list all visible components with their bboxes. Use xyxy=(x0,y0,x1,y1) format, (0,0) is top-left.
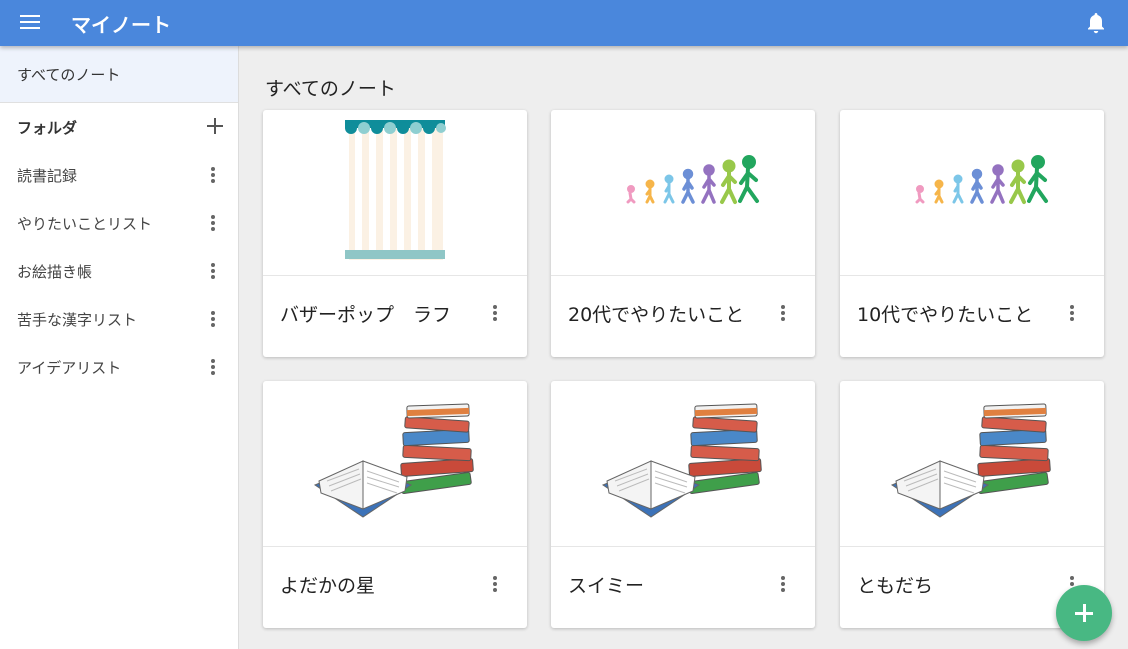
more-vert-icon[interactable] xyxy=(205,212,221,234)
note-title: 10代でやりたいこと xyxy=(857,304,1034,326)
sidebar: すべてのノート フォルダ 読書記録 やりたいことリスト お絵描き帳 苦手な漢字リ… xyxy=(0,46,239,649)
add-folder-icon[interactable] xyxy=(206,117,224,135)
more-vert-icon[interactable] xyxy=(487,302,503,324)
striped-awning-image xyxy=(345,120,446,260)
note-title: バザーポップ ラフ xyxy=(280,304,452,326)
page-title: すべてのノート xyxy=(265,78,396,100)
note-thumbnail xyxy=(551,110,815,276)
sidebar-folder-item[interactable]: アイデアリスト xyxy=(0,343,238,391)
folder-section-header: フォルダ xyxy=(0,103,238,151)
note-card[interactable]: ともだち xyxy=(840,381,1104,628)
more-vert-icon[interactable] xyxy=(1064,302,1080,324)
note-card[interactable]: よだかの星 xyxy=(263,381,527,628)
note-card[interactable]: 20代でやりたいこと xyxy=(551,110,815,357)
sidebar-folder-item[interactable]: やりたいことリスト xyxy=(0,199,238,247)
more-vert-icon[interactable] xyxy=(205,308,221,330)
bell-icon[interactable] xyxy=(1086,12,1106,34)
note-title: 20代でやりたいこと xyxy=(568,304,745,326)
note-thumbnail xyxy=(840,381,1104,547)
note-title: よだかの星 xyxy=(280,575,376,597)
folder-label: アイデアリスト xyxy=(17,358,122,377)
folder-label: 読書記録 xyxy=(17,166,78,185)
sidebar-item-all-notes[interactable]: すべてのノート xyxy=(0,46,238,103)
note-thumbnail xyxy=(263,110,527,276)
sidebar-folder-item[interactable]: 読書記録 xyxy=(0,151,238,199)
sidebar-folder-item[interactable]: お絵描き帳 xyxy=(0,247,238,295)
hamburger-menu-icon[interactable] xyxy=(20,14,40,30)
book-stack-image xyxy=(601,403,762,518)
note-card[interactable]: スイミー xyxy=(551,381,815,628)
note-thumbnail xyxy=(840,110,1104,276)
note-thumbnail xyxy=(263,381,527,547)
app-title: マイノート xyxy=(71,13,171,37)
growth-walkers-image xyxy=(626,155,759,204)
folder-label: お絵描き帳 xyxy=(17,262,93,281)
more-vert-icon[interactable] xyxy=(205,164,221,186)
sidebar-folder-item[interactable]: 苦手な漢字リスト xyxy=(0,295,238,343)
book-stack-image xyxy=(313,403,474,518)
more-vert-icon[interactable] xyxy=(775,302,791,324)
app-bar: マイノート xyxy=(0,0,1128,46)
folder-label: やりたいことリスト xyxy=(17,214,153,233)
note-title: スイミー xyxy=(568,575,645,597)
more-vert-icon[interactable] xyxy=(487,573,503,595)
more-vert-icon[interactable] xyxy=(775,573,791,595)
folder-header-label: フォルダ xyxy=(17,118,78,137)
more-vert-icon[interactable] xyxy=(205,260,221,282)
note-thumbnail xyxy=(551,381,815,547)
more-vert-icon[interactable] xyxy=(205,356,221,378)
note-card[interactable]: バザーポップ ラフ xyxy=(263,110,527,357)
add-fab-icon[interactable] xyxy=(1056,585,1112,641)
note-title: ともだち xyxy=(857,575,934,597)
book-stack-image xyxy=(890,403,1051,518)
growth-walkers-image xyxy=(915,155,1048,204)
note-card[interactable]: 10代でやりたいこと xyxy=(840,110,1104,357)
folder-label: 苦手な漢字リスト xyxy=(17,310,138,329)
